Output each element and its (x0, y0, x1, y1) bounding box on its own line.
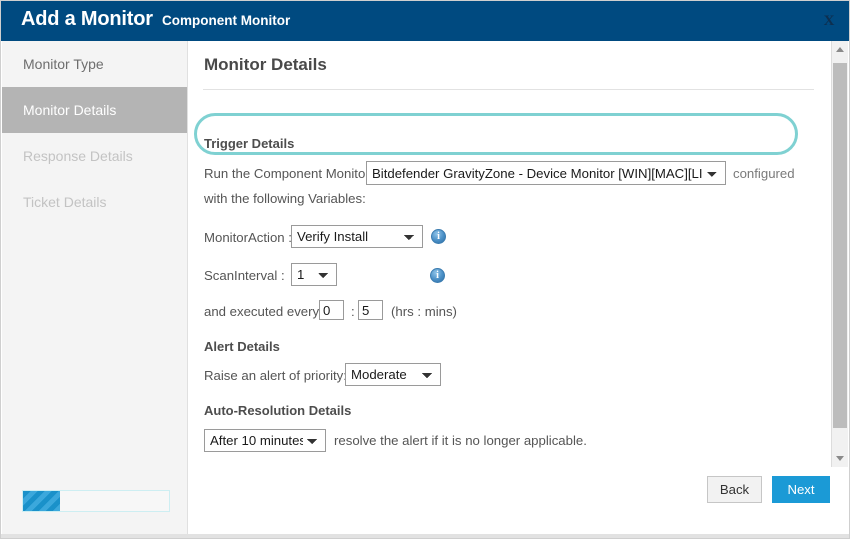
page-title: Monitor Details (204, 55, 327, 74)
component-monitor-select[interactable]: Bitdefender GravityZone - Device Monitor… (366, 161, 726, 185)
time-units-label: (hrs : mins) (391, 304, 457, 319)
monitor-details-panel: Monitor Details Trigger Details Run the … (188, 41, 833, 467)
bottom-strip (1, 534, 849, 538)
wizard-progress-bar (22, 490, 170, 512)
close-icon[interactable]: X (819, 11, 839, 31)
monitor-action-info-icon[interactable]: i (431, 229, 446, 244)
wizard-sidebar: Monitor Type Monitor Details Response De… (2, 41, 188, 538)
scroll-down-icon[interactable] (832, 450, 848, 467)
alert-details-heading: Alert Details (204, 339, 280, 354)
alert-priority-select[interactable]: Moderate (345, 363, 441, 386)
scan-interval-label: ScanInterval : (204, 268, 285, 283)
wizard-progress-fill (23, 491, 60, 511)
sidebar-item-monitor-details[interactable]: Monitor Details (2, 87, 187, 133)
dialog-footer: Back Next (188, 467, 849, 538)
run-component-monitor-label: Run the Component Monitor (204, 166, 370, 181)
auto-resolution-description: resolve the alert if it is no longer app… (334, 433, 587, 448)
back-button[interactable]: Back (707, 476, 762, 503)
monitor-action-label: MonitorAction : (204, 230, 292, 245)
dialog-title: Add a Monitor (21, 8, 153, 30)
sidebar-item-monitor-type[interactable]: Monitor Type (2, 41, 187, 87)
auto-resolution-delay-select[interactable]: After 10 minutes (204, 429, 326, 452)
minutes-input[interactable] (358, 300, 383, 320)
auto-resolution-heading: Auto-Resolution Details (204, 403, 352, 418)
add-monitor-dialog: Add a Monitor Component Monitor X Monito… (0, 0, 850, 539)
sidebar-item-label: Ticket Details (23, 194, 107, 210)
monitor-action-select[interactable]: Verify Install (291, 225, 423, 248)
next-button[interactable]: Next (772, 476, 830, 503)
sidebar-item-label: Response Details (23, 148, 133, 164)
scroll-up-icon[interactable] (832, 41, 848, 58)
alert-priority-label: Raise an alert of priority: (204, 368, 347, 383)
scan-interval-info-icon[interactable]: i (430, 268, 445, 283)
sidebar-item-label: Monitor Details (23, 102, 117, 118)
trigger-details-heading: Trigger Details (204, 136, 295, 151)
sidebar-item-label: Monitor Type (23, 56, 104, 72)
scan-interval-select[interactable]: 1 (291, 263, 337, 286)
sidebar-item-response-details: Response Details (2, 133, 187, 179)
dialog-subtitle: Component Monitor (162, 13, 291, 28)
title-divider (203, 89, 814, 90)
dialog-titlebar: Add a Monitor Component Monitor X (1, 1, 849, 41)
variables-label: with the following Variables: (204, 191, 366, 206)
time-separator: : (351, 304, 355, 319)
scrollbar-thumb[interactable] (833, 63, 847, 428)
sidebar-item-ticket-details: Ticket Details (2, 179, 187, 225)
content-scrollbar[interactable] (831, 41, 848, 467)
hours-input[interactable] (319, 300, 344, 320)
configured-label: configured (733, 166, 795, 181)
executed-every-label: and executed every (204, 304, 320, 319)
triangle-down-icon (836, 456, 844, 461)
triangle-up-icon (836, 47, 844, 52)
